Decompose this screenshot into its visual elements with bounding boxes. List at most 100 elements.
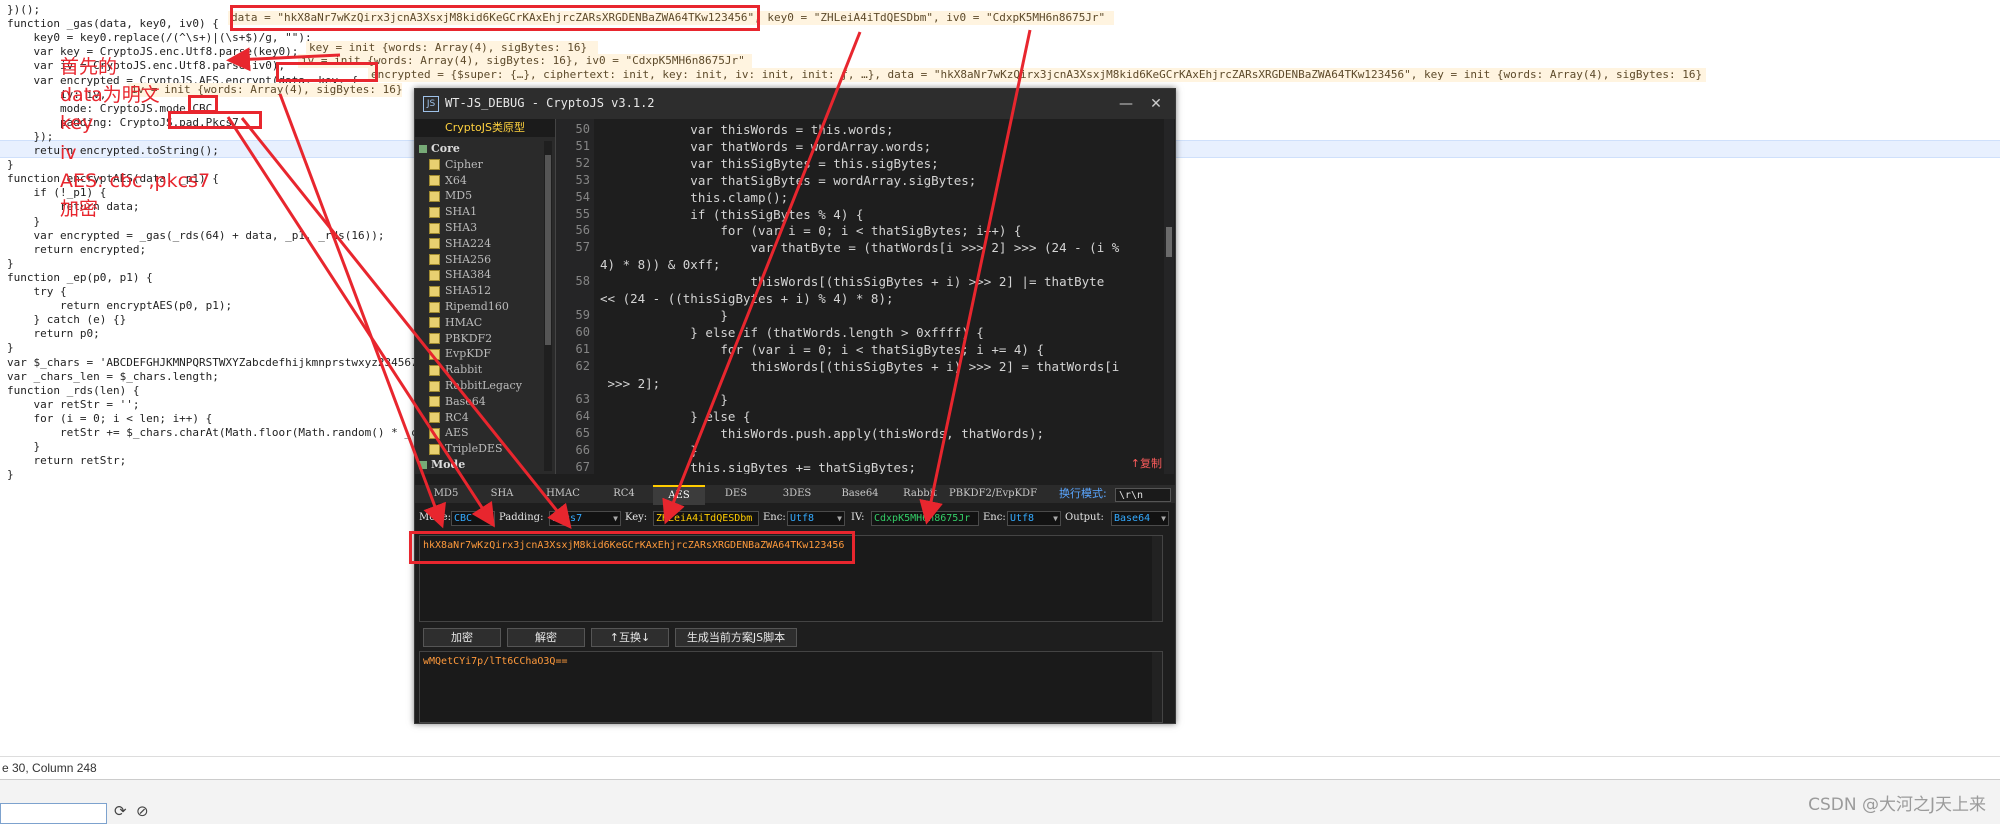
- code-line: for (var i = 0; i < thatSigBytes; i += 4…: [600, 341, 1045, 357]
- line-number: 58: [575, 274, 590, 289]
- tree-item[interactable]: SHA1: [429, 204, 477, 220]
- tab-aes[interactable]: AES: [653, 485, 705, 505]
- input-scrollbar[interactable]: [1152, 536, 1162, 621]
- line-number: 64: [575, 409, 590, 424]
- newline-mode-select[interactable]: \r\n: [1115, 488, 1171, 502]
- padding-select[interactable]: Pkcs7 ▼: [549, 511, 621, 526]
- tree-item[interactable]: SHA224: [429, 236, 491, 252]
- chevron-down-icon: ▼: [1161, 514, 1166, 523]
- mode-select[interactable]: CBC ▼: [451, 511, 495, 526]
- refresh-icon[interactable]: ⟳: [114, 802, 127, 820]
- tree-item[interactable]: SHA384: [429, 267, 491, 283]
- tree-item-label: PBKDF2: [445, 331, 493, 345]
- code-line: this.sigBytes += thatSigBytes;: [600, 460, 917, 474]
- tree-item[interactable]: Mode: [419, 457, 465, 473]
- tab-rabbit[interactable]: Rabbit: [893, 485, 947, 503]
- tree-item[interactable]: TripleDES: [429, 441, 503, 457]
- editor-line: }: [7, 341, 14, 355]
- swap-button[interactable]: ↑互换↓: [591, 628, 669, 647]
- chevron-down-icon: ▼: [837, 514, 842, 523]
- copy-button[interactable]: ↑复制: [1131, 455, 1162, 471]
- tab-des[interactable]: DES: [707, 485, 765, 503]
- tab-pbkdf2-evpkdf[interactable]: PBKDF2/EvpKDF: [949, 485, 1037, 503]
- class-icon: [429, 333, 440, 345]
- editor-line: return encryptAES(p0, p1);: [7, 299, 233, 313]
- clear-icon[interactable]: ⊘: [136, 802, 149, 820]
- tree-item-label: Ripemd160: [445, 300, 509, 313]
- editor-line: var retStr = '';: [7, 397, 140, 411]
- tree-item[interactable]: SHA512: [429, 283, 491, 299]
- tab-hmac[interactable]: HMAC: [531, 485, 595, 503]
- tab-md5[interactable]: MD5: [419, 485, 473, 503]
- tree-item[interactable]: Base64: [429, 394, 486, 410]
- editor-line: }: [7, 158, 14, 172]
- tree-item[interactable]: SHA256: [429, 252, 491, 268]
- key-label: Key:: [625, 512, 648, 523]
- encrypt-button[interactable]: 加密: [423, 628, 501, 647]
- decrypt-button[interactable]: 解密: [507, 628, 585, 647]
- code-line: 4) * 8)) & 0xff;: [600, 257, 721, 273]
- line-number: 61: [575, 341, 590, 356]
- code-view[interactable]: 50 51 52 53 54 55 56 57 58 59 60 61 62 63 64 65 66 67 var…: [556, 119, 1174, 474]
- sidebar-scrollbar[interactable]: [544, 141, 552, 471]
- class-icon: [429, 206, 440, 218]
- key-enc-select[interactable]: Utf8 ▼: [787, 511, 845, 526]
- line-number-gutter: 50 51 52 53 54 55 56 57 58 59 60 61 62 63 64 65 66 67: [556, 119, 594, 474]
- tab-sha[interactable]: SHA: [475, 485, 529, 503]
- line-number: 55: [575, 206, 590, 221]
- minimize-button[interactable]: —: [1115, 93, 1137, 115]
- line-number: 60: [575, 324, 590, 339]
- tree-item[interactable]: HMAC: [429, 315, 482, 331]
- tree-item-label: EvpKDF: [445, 347, 491, 361]
- inline-value-tip-iv2: iv = init {words: Array(4), sigBytes: 16…: [128, 83, 402, 97]
- tab-3des[interactable]: 3DES: [767, 485, 827, 503]
- tab-base64[interactable]: Base64: [829, 485, 891, 503]
- editor-line: return retStr;: [7, 454, 127, 468]
- output-scrollbar[interactable]: [1152, 652, 1162, 722]
- tree-item[interactable]: X64: [429, 173, 467, 189]
- line-number: 56: [575, 223, 590, 238]
- output-select[interactable]: Base64 ▼: [1111, 511, 1169, 526]
- editor-line: function _gas(data, key0, iv0) {: [7, 17, 219, 31]
- tree-item[interactable]: Ripemd160: [429, 299, 509, 315]
- tree-item[interactable]: MD5: [429, 188, 472, 204]
- tree-item[interactable]: Rabbit: [429, 362, 482, 378]
- tree-item[interactable]: RabbitLegacy: [429, 378, 522, 394]
- tree-item[interactable]: RC4: [429, 410, 469, 426]
- code-line: thisWords.push.apply(thisWords, thatWord…: [600, 426, 1045, 442]
- tree-item-label: SHA256: [445, 252, 492, 266]
- key-input[interactable]: ZHLeiA4iTdQESDbm: [653, 511, 759, 526]
- editor-line: function encryptAES(data, _p1) {: [7, 172, 219, 186]
- crypto-tool-window[interactable]: JS WT-JS_DEBUG - CryptoJS v3.1.2 — ✕ Cry…: [414, 88, 1176, 724]
- tree-item-label: SHA224: [445, 236, 492, 250]
- code-scrollbar[interactable]: [1164, 119, 1174, 474]
- generate-script-button[interactable]: 生成当前方案JS脚本: [675, 628, 797, 647]
- tree-item-label: SHA1: [445, 205, 478, 219]
- tree-item[interactable]: AES: [429, 425, 469, 441]
- editor-line: var encrypted = _gas(_rds(64) + data, _p…: [7, 228, 385, 242]
- iv-enc-select[interactable]: Utf8 ▼: [1007, 511, 1061, 526]
- tab-rc4[interactable]: RC4: [597, 485, 651, 503]
- class-icon: [429, 427, 440, 439]
- console-filter-input[interactable]: [0, 803, 107, 824]
- tree-item[interactable]: EvpKDF: [429, 346, 491, 362]
- class-icon: [429, 412, 440, 424]
- title-bar[interactable]: JS WT-JS_DEBUG - CryptoJS v3.1.2 — ✕: [415, 89, 1175, 119]
- mode-label: Mode:: [419, 512, 451, 523]
- code-line: }: [600, 307, 728, 323]
- code-line: }: [600, 392, 728, 408]
- code-line: var thatByte = (thatWords[i >>> 2] >>> (…: [600, 240, 1120, 256]
- tree-item[interactable]: Cipher: [429, 157, 483, 173]
- tree-item-label: AES: [445, 426, 469, 440]
- close-button[interactable]: ✕: [1145, 93, 1167, 115]
- tree-item[interactable]: Core: [419, 141, 460, 157]
- ciphertext-output[interactable]: wMQetCYi7p/lTt6CChaO3Q==: [419, 651, 1163, 723]
- editor-line: var iv = CryptoJS.enc.Utf8.parse(iv0);: [7, 59, 286, 73]
- class-icon: [429, 159, 440, 171]
- class-icon: [429, 238, 440, 250]
- plaintext-input[interactable]: hkX8aNr7wKzQirx3jcnA3XsxjM8kid6KeGCrKAxE…: [419, 535, 1163, 622]
- iv-input[interactable]: CdxpK5MH6n8675Jr: [871, 511, 979, 526]
- status-bar: e 30, Column 248: [0, 756, 2000, 779]
- tree-item[interactable]: SHA3: [429, 220, 477, 236]
- tree-item[interactable]: PBKDF2: [429, 331, 492, 347]
